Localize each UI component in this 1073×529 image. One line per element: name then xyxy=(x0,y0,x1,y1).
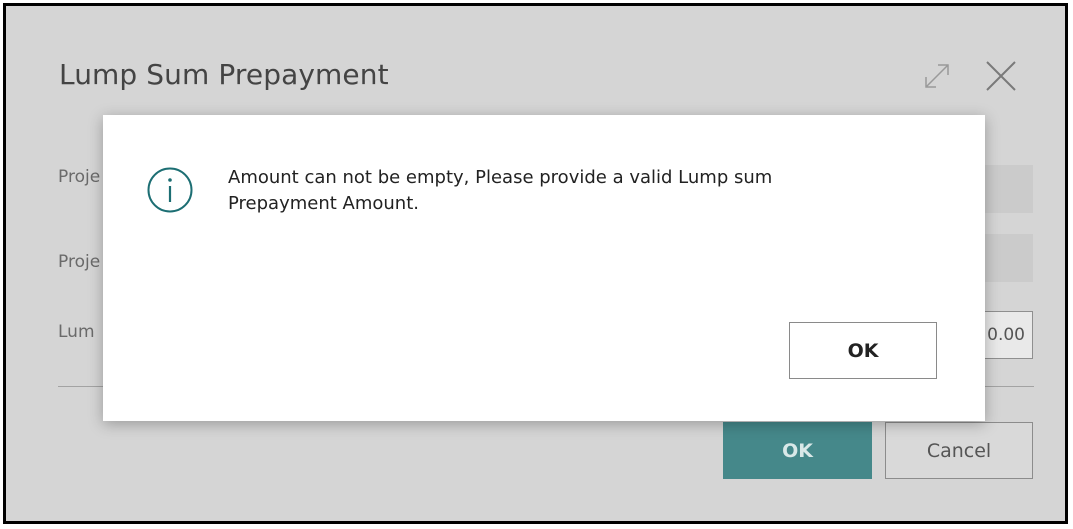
message-text: Amount can not be empty, Please provide … xyxy=(228,165,928,217)
message-ok-button[interactable]: OK xyxy=(789,322,937,379)
message-dialog: Amount can not be empty, Please provide … xyxy=(103,115,985,421)
lump-sum-amount-input[interactable]: 0.00 xyxy=(981,311,1033,359)
field-label-project-2: Proje xyxy=(58,252,101,272)
ok-button[interactable]: OK xyxy=(723,422,872,479)
close-icon[interactable] xyxy=(981,56,1021,96)
message-line-1: Amount can not be empty, Please provide … xyxy=(228,167,773,188)
info-icon xyxy=(147,167,193,213)
message-line-2: Prepayment Amount. xyxy=(228,193,419,214)
screenshot-frame: Lump Sum Prepayment Proje Proje Lum 0.00… xyxy=(3,3,1068,524)
dialog-title: Lump Sum Prepayment xyxy=(59,58,389,91)
field-project-1[interactable] xyxy=(981,165,1033,213)
field-label-project-1: Proje xyxy=(58,167,101,187)
field-project-2[interactable] xyxy=(981,234,1033,282)
cancel-button[interactable]: Cancel xyxy=(885,422,1033,479)
expand-icon[interactable] xyxy=(922,61,952,91)
field-label-lump-sum: Lum xyxy=(58,322,95,342)
